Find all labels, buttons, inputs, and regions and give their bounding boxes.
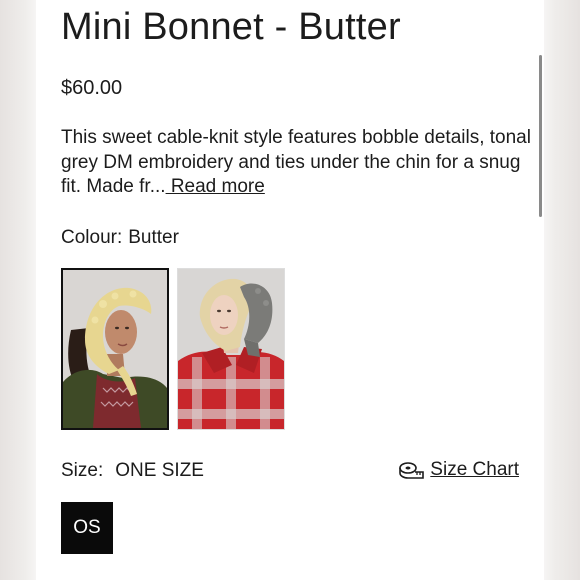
product-panel: Mini Bonnet - Butter $60.00 This sweet c…	[36, 0, 544, 580]
scrollbar-thumb[interactable]	[539, 55, 542, 217]
measuring-tape-icon	[399, 462, 425, 479]
description-text: This sweet cable-knit style features bob…	[61, 127, 531, 197]
read-more-link[interactable]: Read more	[166, 176, 265, 197]
colour-value: Butter	[128, 227, 179, 248]
size-option-os[interactable]: OS	[61, 502, 113, 554]
size-label: Size:	[61, 460, 104, 481]
size-chart-link[interactable]: Size Chart	[398, 459, 519, 481]
size-selector: Size: ONE SIZE	[61, 460, 204, 482]
size-chart-label: Size Chart	[430, 459, 519, 480]
product-title: Mini Bonnet - Butter	[61, 6, 401, 48]
colour-swatch-butter[interactable]	[61, 268, 169, 430]
size-value: ONE SIZE	[115, 460, 204, 481]
swatch-grey-image	[178, 269, 284, 429]
colour-selector: Colour: Butter	[61, 227, 179, 249]
product-price: $60.00	[61, 77, 123, 99]
product-description: This sweet cable-knit style features bob…	[61, 126, 531, 200]
page-margin-left	[0, 0, 36, 580]
colour-label: Colour:	[61, 227, 123, 248]
colour-swatch-grey[interactable]	[177, 268, 285, 430]
page-margin-right	[544, 0, 580, 580]
swatch-butter-image	[63, 270, 167, 428]
